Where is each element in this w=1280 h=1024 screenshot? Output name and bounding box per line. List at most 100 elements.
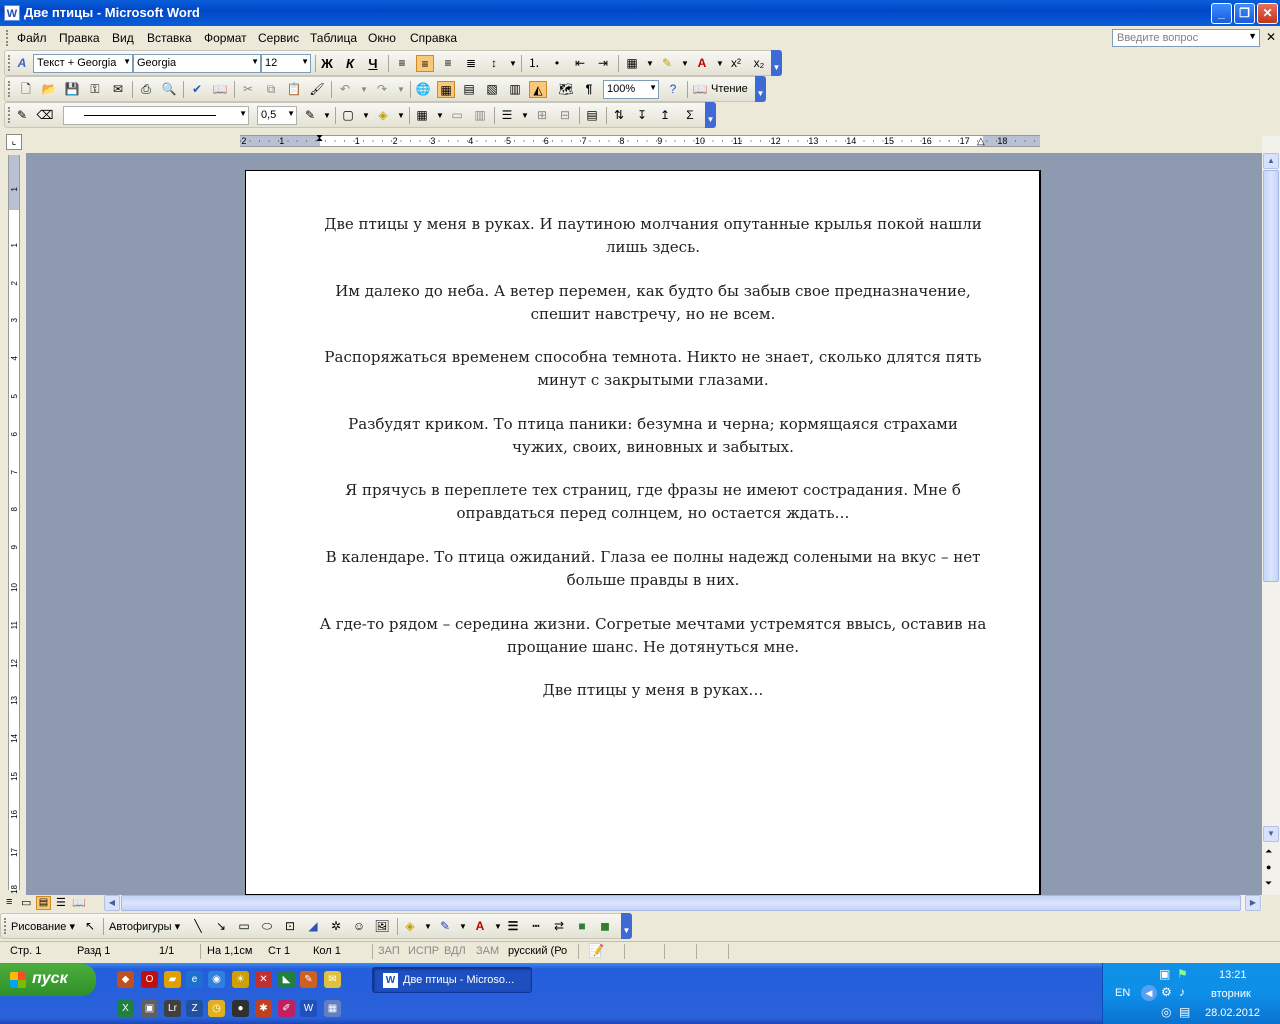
taskbar-item-word[interactable]: W Две птицы - Microso... [372,967,532,993]
hyperlink-icon[interactable]: 🌐 [414,81,432,98]
close-button[interactable]: ✕ [1257,3,1278,24]
columns-icon[interactable]: ▥ [506,81,524,98]
chevron-down-icon[interactable]: ▼ [239,109,247,118]
print-layout-view-icon[interactable]: ▤ [36,896,51,910]
subscript-icon[interactable]: x₂ [750,55,768,72]
numbering-icon[interactable]: ⒈ [525,55,543,72]
italic-button[interactable]: К [341,55,359,72]
show-hide-icon[interactable]: ¶ [580,81,598,98]
opera-icon[interactable]: O [141,971,158,988]
save-icon[interactable]: 💾 [63,81,81,98]
copy-icon[interactable]: ⧉ [262,81,280,98]
chevron-down-icon[interactable]: ▼ [504,55,522,72]
chevron-down-icon[interactable]: ▼ [318,107,336,124]
new-document-icon[interactable]: 🗋 [17,81,35,98]
menu-window[interactable]: Окно [368,31,396,45]
3d-style-icon[interactable]: ◼ [596,918,614,935]
styles-pane-icon[interactable]: A [13,55,31,72]
spelling-icon[interactable]: ✔ [188,81,206,98]
line-spacing-icon[interactable]: ↕ [485,55,503,72]
merge-cells-icon[interactable]: ▭ [448,107,466,124]
chevron-down-icon[interactable]: ▼ [123,57,131,66]
chevron-down-icon[interactable]: ▼ [1248,31,1257,41]
chevron-down-icon[interactable]: ▼ [251,57,259,66]
lightroom-icon[interactable]: Lr [164,1000,181,1017]
chevron-down-icon[interactable]: ▼ [676,55,694,72]
bullets-icon[interactable]: • [548,55,566,72]
fill-color-icon[interactable]: ◈ [401,918,419,935]
table-autoformat-icon[interactable]: ▤ [583,107,601,124]
email-icon[interactable]: ✉ [109,81,127,98]
arrow-icon[interactable]: ↘ [212,918,230,935]
border-color-icon[interactable]: ✎ [301,107,319,124]
word-icon[interactable]: W [300,1000,317,1017]
document-map-icon[interactable]: 🗺 [557,81,575,98]
toolbar-options-icon[interactable]: ▼ [755,76,766,102]
clock-icon[interactable]: ◷ [208,1000,225,1017]
maximize-button[interactable]: ❐ [1234,3,1255,24]
status-track-changes[interactable]: ИСПР [408,945,439,957]
scroll-thumb[interactable] [121,895,1241,911]
app-icon[interactable]: ◣ [278,971,295,988]
paragraph[interactable]: Две птицы у меня в руках… [318,679,988,702]
sort-descending-icon[interactable]: ↥ [656,107,674,124]
dash-style-icon[interactable]: ┅ [527,918,545,935]
menu-file[interactable]: Файл [17,31,47,45]
minimize-button[interactable]: _ [1211,3,1232,24]
chevron-down-icon[interactable]: ▼ [419,918,437,935]
chevron-down-icon[interactable]: ▼ [392,81,410,98]
line-weight-combo[interactable]: 0,5 ▼ [257,106,297,125]
start-button[interactable]: пуск [0,964,96,996]
help-icon[interactable]: ? [664,81,682,98]
undo-icon[interactable]: ↶ [336,81,354,98]
tray-app-icon[interactable]: ▤ [1179,1005,1190,1019]
arrow-style-icon[interactable]: ⇄ [550,918,568,935]
open-folder-icon[interactable]: 📂 [40,81,58,98]
media-icon[interactable]: ● [232,1000,249,1017]
underline-button[interactable]: Ч [364,55,382,72]
highlight-icon[interactable]: ✎ [658,55,676,72]
sun-icon[interactable]: ☀ [232,971,249,988]
toolbar-grip[interactable] [8,55,11,71]
chevron-down-icon[interactable]: ▼ [355,81,373,98]
paragraph[interactable]: Им далеко до неба. А ветер перемен, как … [318,280,988,326]
research-icon[interactable]: 📖 [211,81,229,98]
tray-app-icon[interactable]: ◎ [1161,1005,1171,1019]
select-browse-object-icon[interactable]: ● [1266,862,1271,872]
tool-icon[interactable]: ✕ [255,971,272,988]
indent-marker-icon[interactable]: ⧗ [316,133,323,144]
paragraph[interactable]: В календаре. То птица ожиданий. Глаза ее… [318,546,988,592]
wordart-icon[interactable]: ◢ [304,918,322,935]
quicklaunch-app-icon[interactable]: ◆ [117,971,134,988]
distribute-rows-icon[interactable]: ⊞ [533,107,551,124]
paragraph[interactable]: А где-то рядом – середина жизни. Согреты… [318,613,988,659]
chevron-down-icon[interactable]: ▼ [301,57,309,66]
diagram-icon[interactable]: ✲ [327,918,345,935]
paste-icon[interactable]: 📋 [285,81,303,98]
distribute-columns-icon[interactable]: ⊟ [556,107,574,124]
tab-selector-icon[interactable]: ⌞ [6,134,22,150]
chevron-down-icon[interactable]: ▼ [641,55,659,72]
tray-app-icon[interactable]: ▣ [1159,967,1170,981]
toolbar-options-icon[interactable]: ▼ [771,50,782,76]
paragraph[interactable]: Две птицы у меня в руках. И паутиною мол… [318,213,988,259]
outside-border-icon[interactable]: ▢ [339,107,357,124]
align-left-icon[interactable]: ≡ [393,55,411,72]
clip-art-icon[interactable]: ☺ [350,918,368,935]
browser-icon[interactable]: ◉ [208,971,225,988]
volume-icon[interactable]: ♪ [1179,985,1185,999]
chevron-down-icon[interactable]: ▼ [392,107,410,124]
menu-edit[interactable]: Правка [59,31,100,45]
word-icon[interactable]: W [4,5,20,21]
chevron-down-icon[interactable]: ▼ [516,107,534,124]
document-page[interactable]: Две птицы у меня в руках. И паутиною мол… [245,170,1041,895]
reading-view-icon[interactable]: 📖 [72,896,86,909]
menu-insert[interactable]: Вставка [147,31,192,45]
right-indent-marker-icon[interactable]: △ [977,136,985,147]
shadow-style-icon[interactable]: ■ [573,918,591,935]
line-style-combo[interactable]: ▼ [63,106,249,125]
align-right-icon[interactable]: ≡ [439,55,457,72]
folder-icon[interactable]: ▰ [164,971,181,988]
picture-icon[interactable]: 🖼 [373,918,391,935]
toolbar-grip[interactable] [8,81,11,97]
